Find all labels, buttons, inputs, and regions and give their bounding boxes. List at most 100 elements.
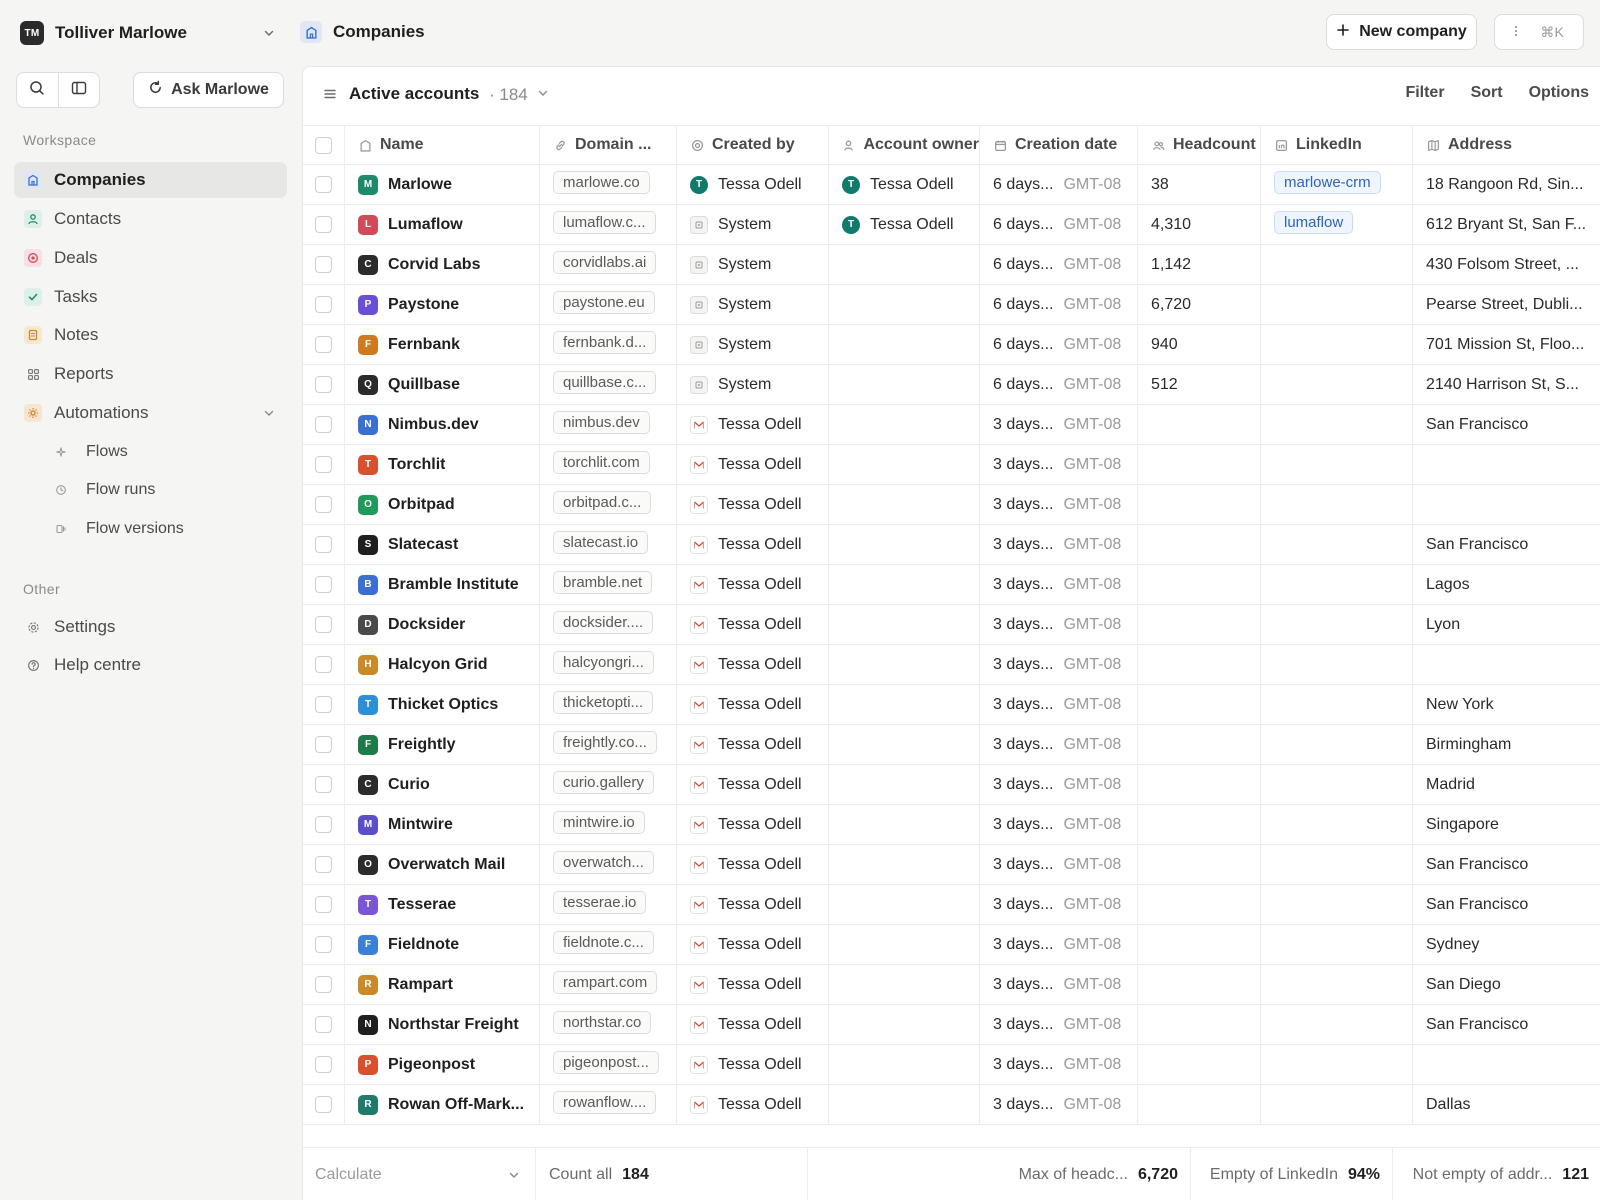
sidebar-item-deals[interactable]: Deals xyxy=(14,240,287,276)
domain-cell[interactable]: curio.gallery xyxy=(540,765,677,804)
address-cell[interactable]: San Francisco xyxy=(1413,1005,1600,1044)
linkedin-cell[interactable] xyxy=(1261,1045,1413,1084)
name-cell[interactable]: R Rowan Off-Mark... xyxy=(345,1085,540,1124)
table-row[interactable]: R Rowan Off-Mark... rowanflow.... Tessa Ode… xyxy=(303,1085,1600,1125)
search-button[interactable] xyxy=(17,73,58,107)
address-cell[interactable]: 2140 Harrison St, S... xyxy=(1413,365,1600,404)
headcount-cell[interactable] xyxy=(1138,525,1261,564)
domain-cell[interactable]: torchlit.com xyxy=(540,445,677,484)
domain-chip[interactable]: overwatch... xyxy=(553,851,654,874)
created-by-cell[interactable]: Tessa Odell xyxy=(677,725,829,764)
table-row[interactable]: T Tesserae tesserae.io Tessa Odell 3 days...… xyxy=(303,885,1600,925)
headcount-cell[interactable]: 512 xyxy=(1138,365,1261,404)
address-cell[interactable]: Madrid xyxy=(1413,765,1600,804)
table-row[interactable]: L Lumaflow lumaflow.c... System T Tessa Odell… xyxy=(303,205,1600,245)
linkedin-cell[interactable] xyxy=(1261,445,1413,484)
creation-date-cell[interactable]: 3 days... GMT-08 xyxy=(980,965,1138,1004)
address-cell[interactable] xyxy=(1413,445,1600,484)
row-checkbox[interactable] xyxy=(315,696,332,713)
created-by-cell[interactable]: Tessa Odell xyxy=(677,1005,829,1044)
linkedin-cell[interactable] xyxy=(1261,1085,1413,1124)
row-checkbox[interactable] xyxy=(315,536,332,553)
linkedin-cell[interactable]: marlowe-crm xyxy=(1261,165,1413,204)
row-checkbox[interactable] xyxy=(315,776,332,793)
table-row[interactable]: C Corvid Labs corvidlabs.ai System 6 days...… xyxy=(303,245,1600,285)
table-row[interactable]: T Thicket Optics thicketopti... Tessa Odell… xyxy=(303,685,1600,725)
domain-chip[interactable]: pigeonpost... xyxy=(553,1051,659,1074)
domain-chip[interactable]: curio.gallery xyxy=(553,771,654,794)
column-header-created-by[interactable]: Created by xyxy=(677,126,829,164)
name-cell[interactable]: P Pigeonpost xyxy=(345,1045,540,1084)
name-cell[interactable]: O Overwatch Mail xyxy=(345,845,540,884)
table-row[interactable]: N Nimbus.dev nimbus.dev Tessa Odell 3 days..… xyxy=(303,405,1600,445)
domain-cell[interactable]: docksider.... xyxy=(540,605,677,644)
linkedin-cell[interactable] xyxy=(1261,1005,1413,1044)
creation-date-cell[interactable]: 3 days... GMT-08 xyxy=(980,805,1138,844)
calculate-dropdown[interactable]: Calculate xyxy=(303,1148,536,1200)
headcount-cell[interactable] xyxy=(1138,765,1261,804)
address-cell[interactable]: Sydney xyxy=(1413,925,1600,964)
column-header-name[interactable]: Name xyxy=(345,126,540,164)
address-cell[interactable]: San Francisco xyxy=(1413,525,1600,564)
account-owner-cell[interactable] xyxy=(829,1005,980,1044)
creation-date-cell[interactable]: 6 days... GMT-08 xyxy=(980,245,1138,284)
creation-date-cell[interactable]: 3 days... GMT-08 xyxy=(980,445,1138,484)
row-checkbox[interactable] xyxy=(315,376,332,393)
table-row[interactable]: F Freightly freightly.co... Tessa Odell 3 da… xyxy=(303,725,1600,765)
column-header-headcount[interactable]: Headcount xyxy=(1138,126,1261,164)
name-cell[interactable]: C Corvid Labs xyxy=(345,245,540,284)
domain-cell[interactable]: halcyongri... xyxy=(540,645,677,684)
domain-chip[interactable]: paystone.eu xyxy=(553,291,655,314)
domain-cell[interactable]: tesserae.io xyxy=(540,885,677,924)
headcount-cell[interactable] xyxy=(1138,805,1261,844)
linkedin-chip[interactable]: lumaflow xyxy=(1274,211,1354,234)
toggle-sidebar-button[interactable] xyxy=(57,73,99,107)
domain-cell[interactable]: bramble.net xyxy=(540,565,677,604)
name-cell[interactable]: T Thicket Optics xyxy=(345,685,540,724)
account-owner-cell[interactable] xyxy=(829,965,980,1004)
new-company-button[interactable]: New company xyxy=(1326,14,1477,50)
name-cell[interactable]: T Torchlit xyxy=(345,445,540,484)
address-cell[interactable]: New York xyxy=(1413,685,1600,724)
domain-chip[interactable]: slatecast.io xyxy=(553,531,649,554)
sidebar-item-notes[interactable]: Notes xyxy=(14,317,287,353)
ask-assistant-button[interactable]: Ask Marlowe xyxy=(133,72,284,108)
domain-cell[interactable]: freightly.co... xyxy=(540,725,677,764)
filter-button[interactable]: Filter xyxy=(1405,84,1444,102)
domain-cell[interactable]: mintwire.io xyxy=(540,805,677,844)
created-by-cell[interactable]: Tessa Odell xyxy=(677,805,829,844)
linkedin-cell[interactable]: lumaflow xyxy=(1261,205,1413,244)
creation-date-cell[interactable]: 3 days... GMT-08 xyxy=(980,1045,1138,1084)
address-cell[interactable]: 430 Folsom Street, ... xyxy=(1413,245,1600,284)
created-by-cell[interactable]: Tessa Odell xyxy=(677,885,829,924)
created-by-cell[interactable]: Tessa Odell xyxy=(677,565,829,604)
headcount-cell[interactable] xyxy=(1138,725,1261,764)
created-by-cell[interactable]: Tessa Odell xyxy=(677,845,829,884)
name-cell[interactable]: O Orbitpad xyxy=(345,485,540,524)
address-cell[interactable] xyxy=(1413,485,1600,524)
creation-date-cell[interactable]: 3 days... GMT-08 xyxy=(980,645,1138,684)
domain-chip[interactable]: marlowe.co xyxy=(553,171,650,194)
creation-date-cell[interactable]: 6 days... GMT-08 xyxy=(980,165,1138,204)
headcount-cell[interactable] xyxy=(1138,1005,1261,1044)
table-row[interactable]: O Orbitpad orbitpad.c... Tessa Odell 3 days.… xyxy=(303,485,1600,525)
domain-chip[interactable]: fernbank.d... xyxy=(553,331,657,354)
table-row[interactable]: F Fieldnote fieldnote.c... Tessa Odell 3 day… xyxy=(303,925,1600,965)
address-cell[interactable]: 612 Bryant St, San F... xyxy=(1413,205,1600,244)
footer-count[interactable]: Count all 184 xyxy=(536,1148,808,1200)
linkedin-cell[interactable] xyxy=(1261,245,1413,284)
address-cell[interactable]: San Francisco xyxy=(1413,845,1600,884)
linkedin-cell[interactable] xyxy=(1261,365,1413,404)
created-by-cell[interactable]: Tessa Odell xyxy=(677,645,829,684)
name-cell[interactable]: B Bramble Institute xyxy=(345,565,540,604)
linkedin-cell[interactable] xyxy=(1261,485,1413,524)
linkedin-cell[interactable] xyxy=(1261,325,1413,364)
account-owner-cell[interactable] xyxy=(829,285,980,324)
creation-date-cell[interactable]: 3 days... GMT-08 xyxy=(980,565,1138,604)
account-owner-cell[interactable]: T Tessa Odell xyxy=(829,205,980,244)
linkedin-cell[interactable] xyxy=(1261,645,1413,684)
created-by-cell[interactable]: Tessa Odell xyxy=(677,925,829,964)
name-cell[interactable]: D Docksider xyxy=(345,605,540,644)
row-checkbox[interactable] xyxy=(315,896,332,913)
name-cell[interactable]: P Paystone xyxy=(345,285,540,324)
